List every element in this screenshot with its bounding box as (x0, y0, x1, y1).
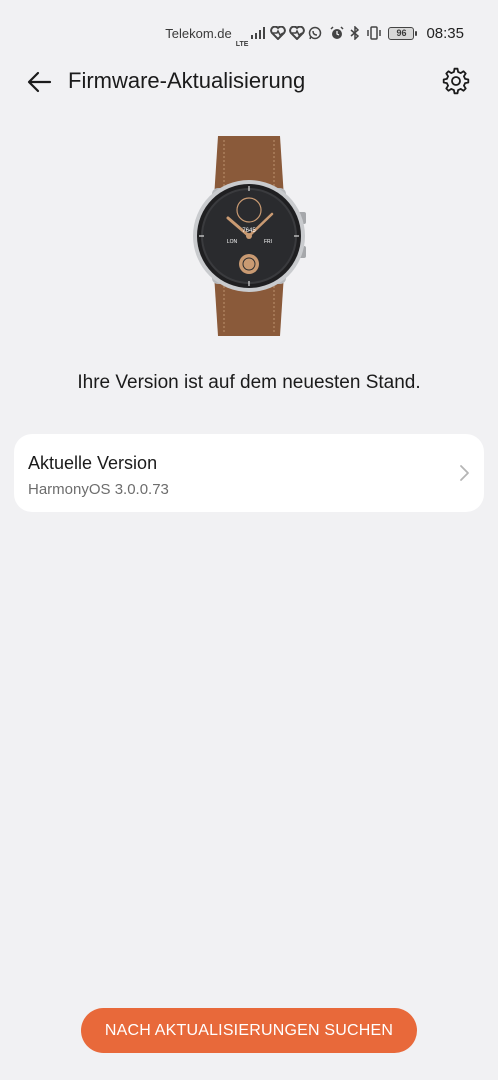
network-type: LTE (235, 40, 249, 48)
status-bar-carrier-group: Telekom.de LTE (165, 19, 322, 48)
vibrate-icon (367, 26, 382, 40)
health-app-icon (270, 26, 287, 40)
check-for-updates-button[interactable]: NACH AKTUALISIERUNGEN SUCHEN (81, 1008, 417, 1053)
up-to-date-message: Ihre Version ist auf dem neuesten Stand. (77, 372, 421, 393)
current-version-label: Aktuelle Version (28, 453, 158, 473)
status-bar: Telekom.de LTE 96 08:35 (0, 0, 498, 66)
watch-day: FRI (264, 239, 272, 245)
firmware-update-screen: Telekom.de LTE 96 08:35 Firmware-Aktuali… (0, 0, 498, 1080)
status-bar-system-icons: 96 08:35 (330, 25, 464, 42)
battery-level: 96 (396, 28, 407, 38)
chevron-right-icon (460, 465, 469, 481)
current-version-card[interactable]: Aktuelle Version HarmonyOS 3.0.0.73 (14, 434, 484, 512)
current-version-value: HarmonyOS 3.0.0.73 (28, 481, 169, 498)
health-app-icon-2 (289, 26, 306, 40)
app-header: Firmware-Aktualisierung (0, 62, 498, 102)
clock-time: 08:35 (426, 24, 464, 42)
carrier-name: Telekom.de (165, 25, 232, 41)
battery-icon: 96 (388, 26, 418, 40)
watch-city: LON (227, 239, 238, 245)
signal-icon (251, 27, 266, 39)
page-title: Firmware-Aktualisierung (68, 68, 306, 93)
settings-gear-icon[interactable] (442, 67, 470, 95)
whatsapp-icon (309, 26, 322, 40)
watch-product-image: 7645 LON FRI (193, 136, 306, 336)
watch-readout: 7645 (242, 228, 256, 234)
bluetooth-icon (350, 26, 360, 40)
back-arrow-icon[interactable] (26, 68, 54, 96)
alarm-icon (330, 26, 344, 39)
